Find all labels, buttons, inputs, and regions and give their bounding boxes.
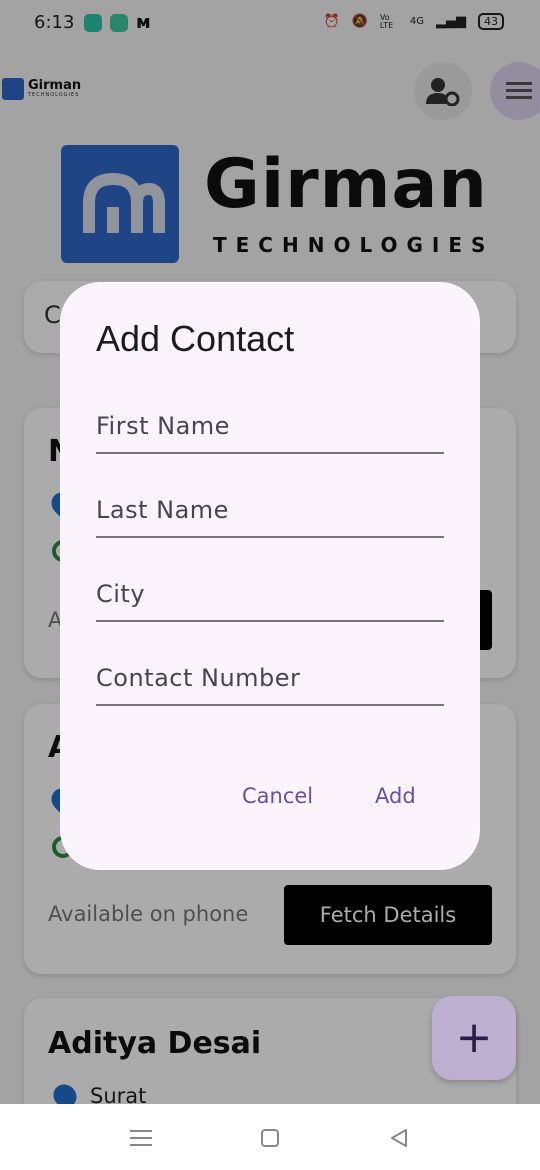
add-contact-fab[interactable]: + bbox=[432, 996, 516, 1080]
city-field[interactable] bbox=[96, 580, 444, 622]
system-nav-bar bbox=[0, 1104, 540, 1170]
first-name-input[interactable] bbox=[96, 412, 444, 440]
recents-menu-icon[interactable] bbox=[130, 1128, 152, 1148]
last-name-field[interactable] bbox=[96, 496, 444, 538]
contact-number-input[interactable] bbox=[96, 664, 444, 692]
city-input[interactable] bbox=[96, 580, 444, 608]
back-icon[interactable] bbox=[388, 1127, 410, 1149]
home-icon[interactable] bbox=[260, 1128, 280, 1148]
first-name-field[interactable] bbox=[96, 412, 444, 454]
add-contact-dialog: Add Contact Cancel Add bbox=[60, 282, 480, 870]
cancel-button[interactable]: Cancel bbox=[242, 784, 313, 808]
add-button[interactable]: Add bbox=[375, 784, 416, 808]
last-name-input[interactable] bbox=[96, 496, 444, 524]
contact-number-field[interactable] bbox=[96, 664, 444, 706]
plus-icon: + bbox=[455, 1012, 493, 1063]
dialog-title: Add Contact bbox=[96, 318, 295, 359]
